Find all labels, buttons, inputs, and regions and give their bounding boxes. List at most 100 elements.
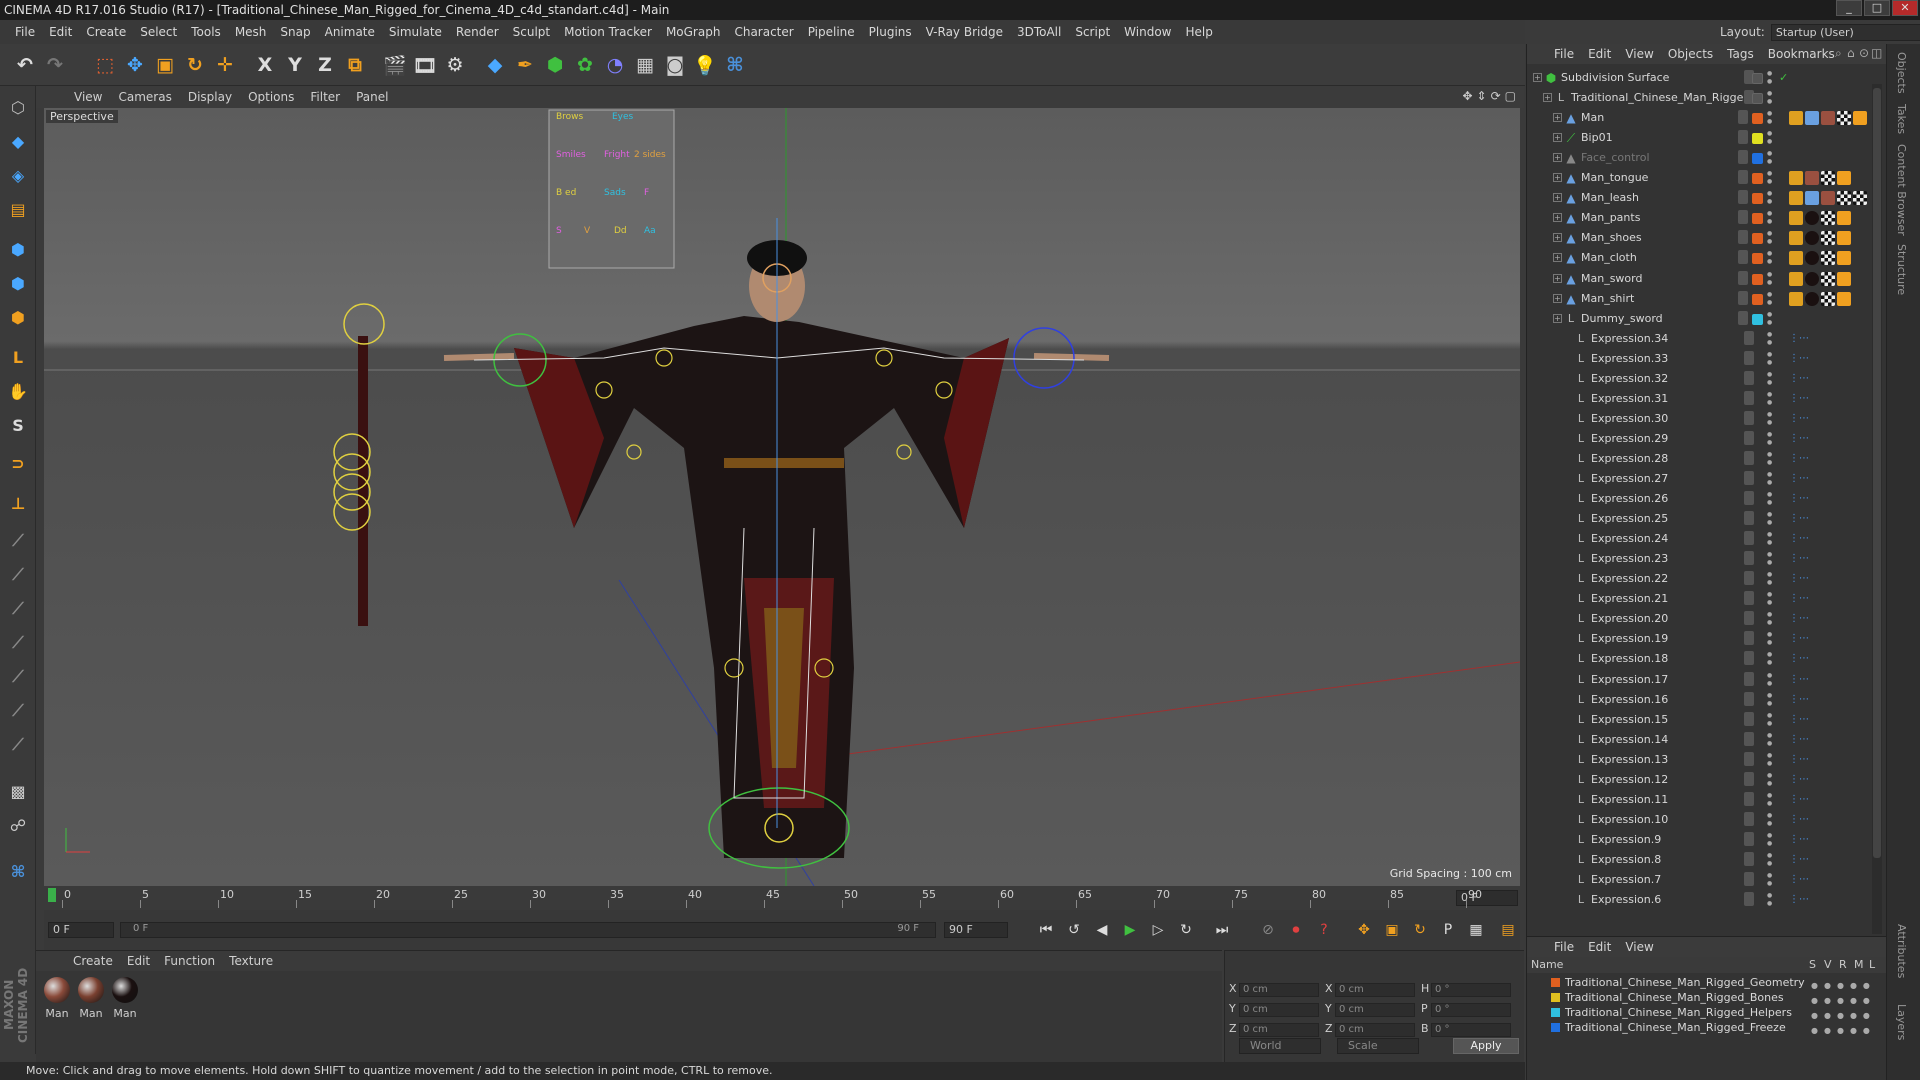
object-tag-icon[interactable] [1789,291,1803,306]
expand-toggle[interactable] [1563,454,1572,463]
object-menu-view[interactable]: View [1618,47,1660,61]
menu-mesh[interactable]: Mesh [228,20,274,44]
bone-tool-2-icon[interactable]: ⟋ [3,560,33,590]
object-tag-icon[interactable] [1837,171,1851,186]
expression-tag-icon[interactable]: ⋮⋯ [1789,753,1809,767]
visibility-dots[interactable]: ● ● [1767,331,1773,347]
object-row[interactable]: L Expression.24 ● ● ⋮⋯ [1527,529,1887,549]
render-settings-icon[interactable]: ⚙ [440,50,470,80]
home-icon[interactable]: ⌂ [1847,46,1855,60]
expand-toggle[interactable]: + [1553,153,1562,163]
expression-tag-icon[interactable]: ⋮⋯ [1789,652,1809,666]
coordinate-field[interactable]: 0 cm [1335,1003,1415,1017]
timeline-settings-icon[interactable]: ▤ [1496,918,1520,942]
object-name[interactable]: Expression.19 [1591,629,1668,649]
editor-visibility-icon[interactable] [1738,170,1748,185]
visibility-dots[interactable]: ● ● [1767,411,1773,427]
layer-color-swatch[interactable] [1551,1008,1560,1017]
visibility-dots[interactable]: ● ● [1767,371,1773,387]
layer-color-swatch[interactable] [1752,153,1763,165]
record-icon[interactable]: ⊘ [1256,918,1280,942]
menu-simulate[interactable]: Simulate [382,20,449,44]
expand-toggle[interactable]: + [1553,313,1562,323]
visibility-dots[interactable]: ● ● [1767,511,1773,527]
polygons-mode-icon[interactable]: ⬢ [3,302,33,332]
expression-tag-icon[interactable]: ⋮⋯ [1789,853,1809,867]
expression-tag-icon[interactable]: ⋮⋯ [1789,372,1809,386]
python-icon[interactable]: ⌘ [720,50,750,80]
layer-color-swatch[interactable] [1752,474,1763,485]
object-tag-icon[interactable] [1805,251,1819,266]
object-name[interactable]: Expression.27 [1591,469,1668,489]
orbit-icon[interactable]: ⟳ [1491,89,1501,103]
expand-toggle[interactable] [1563,554,1572,563]
layer-color-swatch[interactable] [1752,434,1763,445]
object-tag-icon[interactable] [1837,271,1851,286]
object-name[interactable]: Man_cloth [1581,248,1637,268]
deformer-icon[interactable]: ◔ [600,50,630,80]
object-tag-icon[interactable] [1821,271,1835,286]
expand-toggle[interactable] [1563,574,1572,583]
object-row[interactable]: + ▲ Man_sword ● ● [1527,269,1887,289]
layer-color-swatch[interactable] [1752,113,1763,125]
object-name[interactable]: Man_tongue [1581,168,1648,188]
undo-icon[interactable]: ↶ [10,50,40,80]
object-menu-objects[interactable]: Objects [1661,47,1720,61]
object-row[interactable]: + ▲ Face_control ● ● [1527,148,1887,168]
object-name[interactable]: Man_sword [1581,269,1642,289]
object-tag-icon[interactable] [1837,231,1851,246]
visibility-dots[interactable]: ● ● [1767,651,1773,667]
object-name[interactable]: Expression.14 [1591,730,1668,750]
layer-row[interactable]: Traditional_Chinese_Man_Rigged_Geometry ●… [1527,975,1887,990]
rotate-key-icon[interactable]: ↻ [1408,918,1432,942]
layer-color-swatch[interactable] [1752,273,1763,285]
expand-toggle[interactable] [1563,614,1572,623]
expression-tag-icon[interactable]: ⋮⋯ [1789,713,1809,727]
object-tag-icon[interactable] [1837,111,1851,126]
visibility-dots[interactable]: ● ● [1767,551,1773,567]
object-name[interactable]: Expression.34 [1591,329,1668,349]
object-row[interactable]: L Expression.20 ● ● ⋮⋯ [1527,609,1887,629]
workplane-icon[interactable]: ▤ [3,194,33,224]
layer-name[interactable]: Traditional_Chinese_Man_Rigged_Geometry [1565,975,1805,990]
expression-tag-icon[interactable]: ⋮⋯ [1789,773,1809,787]
expression-tag-icon[interactable]: ⋮⋯ [1789,592,1809,606]
object-row[interactable]: L Expression.31 ● ● ⋮⋯ [1527,389,1887,409]
layer-color-swatch[interactable] [1752,855,1763,866]
expand-toggle[interactable] [1563,675,1572,684]
object-row[interactable]: L Expression.34 ● ● ⋮⋯ [1527,329,1887,349]
object-name[interactable]: Man_shirt [1581,289,1634,309]
visibility-dots[interactable]: ● ● [1767,792,1773,808]
side-tab-structure[interactable]: Structure [1895,244,1908,295]
menu-pipeline[interactable]: Pipeline [801,20,862,44]
expand-toggle[interactable] [1563,875,1572,884]
menu-render[interactable]: Render [449,20,506,44]
visibility-dots[interactable]: ● ● [1767,190,1773,206]
layer-color-swatch[interactable] [1752,233,1763,245]
object-name[interactable]: Expression.26 [1591,489,1668,509]
object-tag-icon[interactable] [1853,191,1867,206]
expression-tag-icon[interactable]: ⋮⋯ [1789,813,1809,827]
layer-name[interactable]: Traditional_Chinese_Man_Rigged_Bones [1565,990,1784,1005]
material-menu-edit[interactable]: Edit [120,954,157,968]
menu-select[interactable]: Select [133,20,184,44]
object-row[interactable]: L Expression.14 ● ● ⋮⋯ [1527,730,1887,750]
visibility-dots[interactable]: ● ● [1767,150,1773,166]
expand-toggle[interactable]: + [1553,213,1562,223]
visibility-dots[interactable]: ● ● [1767,170,1773,186]
menu-edit[interactable]: Edit [42,20,79,44]
visibility-dots[interactable]: ● ● [1767,812,1773,828]
object-tag-icon[interactable] [1789,231,1803,246]
expand-toggle[interactable] [1563,895,1572,904]
layer-color-swatch[interactable] [1752,715,1763,726]
object-tag-icon[interactable] [1805,171,1819,186]
expand-toggle[interactable] [1563,695,1572,704]
transform-icon[interactable]: ✛ [210,50,240,80]
sculpt-icon[interactable]: ☍ [3,810,33,840]
viewport-menu-display[interactable]: Display [180,90,240,104]
object-name[interactable]: Man [1581,108,1604,128]
light-icon[interactable]: 💡 [690,50,720,80]
editor-visibility-icon[interactable] [1738,210,1748,225]
expand-toggle[interactable] [1563,334,1572,343]
material-menu-texture[interactable]: Texture [222,954,280,968]
